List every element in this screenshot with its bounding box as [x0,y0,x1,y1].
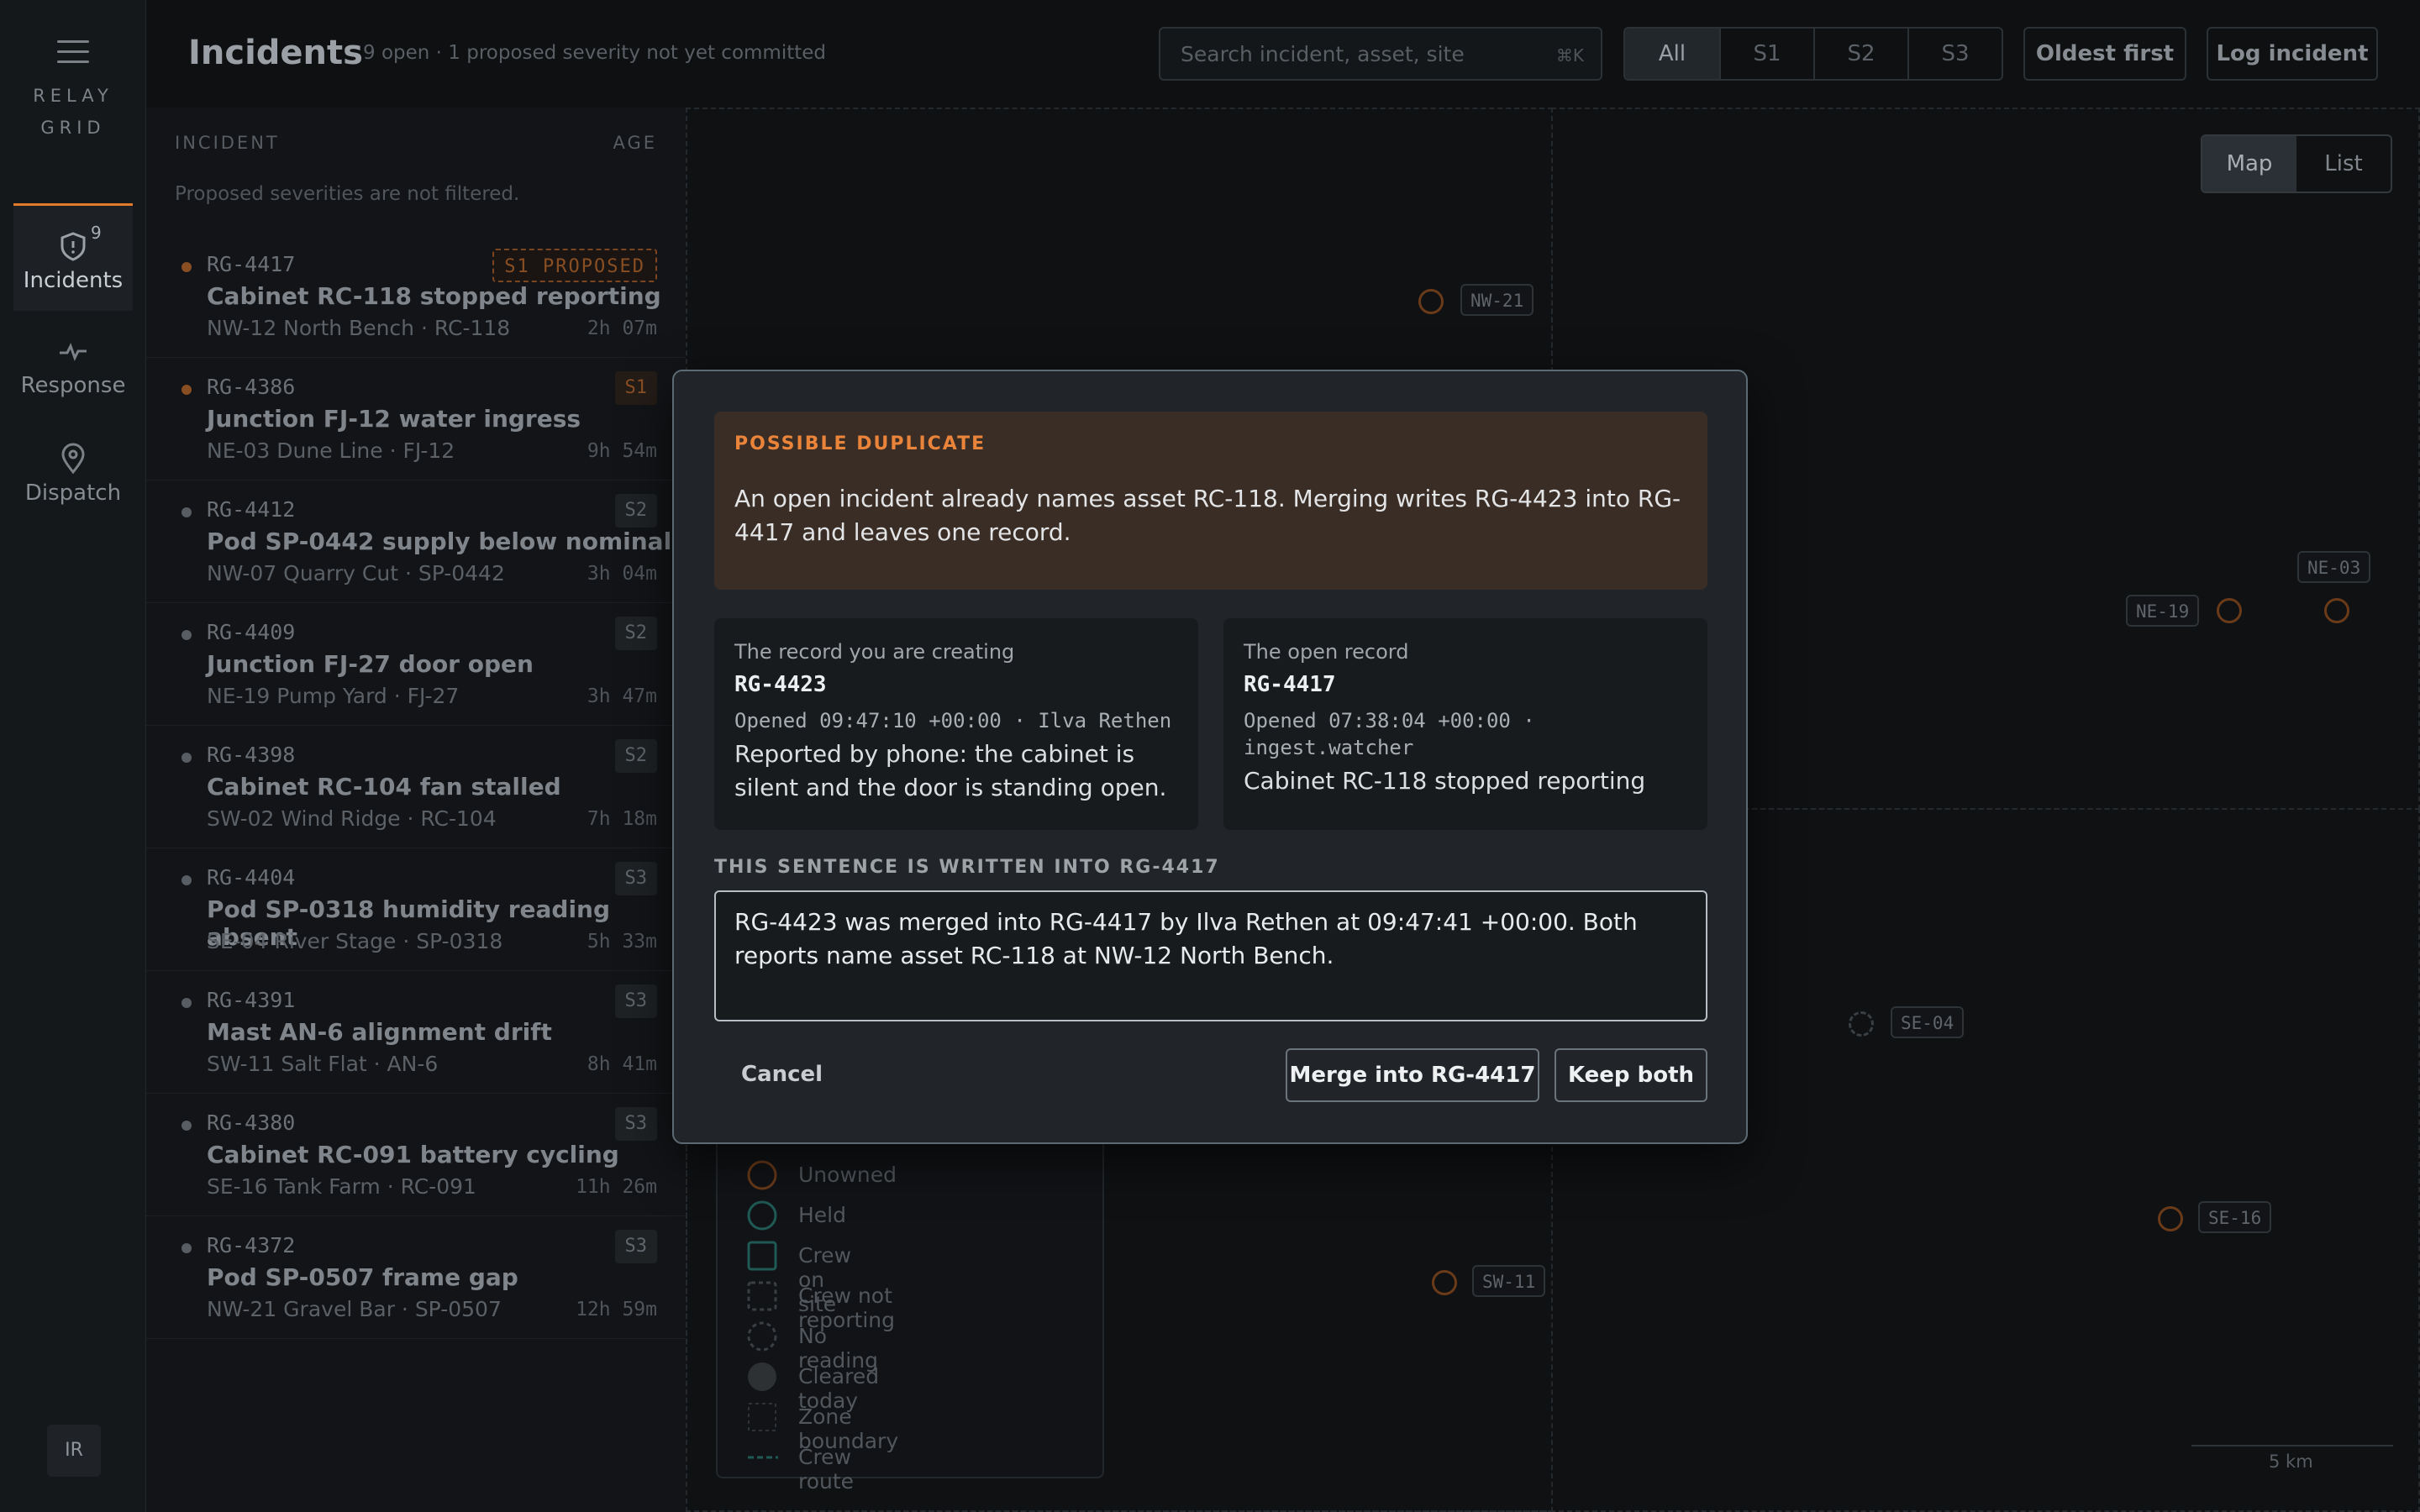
new-record-caption: The record you are creating [734,640,1015,664]
open-record-description: Cabinet RC-118 stopped reporting [1244,767,1646,795]
new-record-card: The record you are creating RG-4423 Open… [714,618,1198,830]
duplicate-dialog: POSSIBLE DUPLICATE An open incident alre… [672,370,1748,1144]
new-record-description: Reported by phone: the cabinet is silent… [734,740,1167,801]
open-record-caption: The open record [1244,640,1409,664]
cancel-button[interactable]: Cancel [741,1062,823,1087]
new-record-opened: Opened 09:47:10 +00:00 · Ilva Rethen [734,709,1172,732]
sentence-label: THIS SENTENCE IS WRITTEN INTO RG-4417 [714,857,1220,878]
keep-both-button[interactable]: Keep both [1555,1048,1707,1102]
merge-button[interactable]: Merge into RG-4417 [1286,1048,1539,1102]
merge-sentence-field[interactable]: RG-4423 was merged into RG-4417 by Ilva … [714,890,1707,1021]
new-record-id: RG-4423 [734,672,827,697]
duplicate-warning: POSSIBLE DUPLICATE An open incident alre… [714,412,1707,590]
warning-message: An open incident already names asset RC-… [734,485,1681,546]
open-record-opened: Opened 07:38:04 +00:00 · ingest.watcher [1244,709,1535,759]
warning-kicker: POSSIBLE DUPLICATE [734,433,986,454]
open-record-id: RG-4417 [1244,672,1336,697]
open-record-card: The open record RG-4417 Opened 07:38:04 … [1223,618,1707,830]
